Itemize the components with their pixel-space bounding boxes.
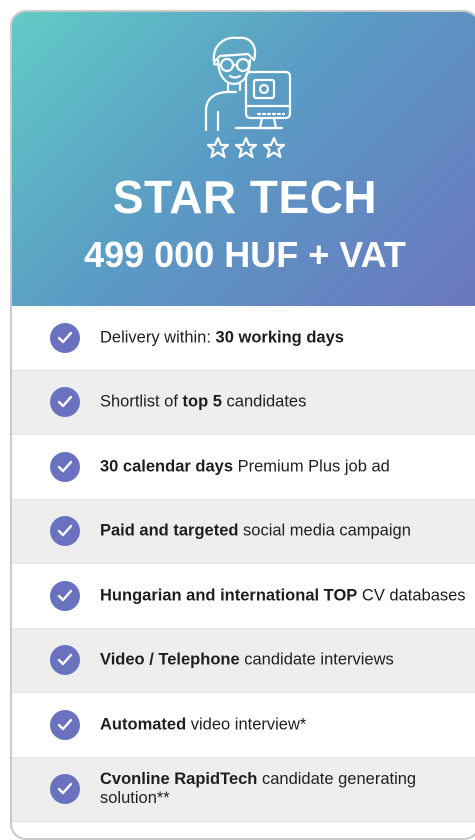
check-icon: [50, 580, 80, 611]
list-item: Paid and targeted social media campaign: [12, 499, 475, 564]
list-item: Automated video interview*: [12, 693, 475, 758]
feature-text: Hungarian and international TOP CV datab…: [100, 586, 466, 605]
check-icon: [50, 645, 80, 676]
developer-with-monitor-and-stars-icon: [200, 30, 300, 165]
check-icon: [50, 322, 80, 353]
feature-text: Shortlist of top 5 candidates: [100, 392, 307, 411]
check-icon: [50, 774, 80, 805]
feature-text: Cvonline RapidTech candidate generating …: [100, 770, 417, 808]
list-item: 30 calendar days Premium Plus job ad: [12, 435, 475, 500]
feature-list: Delivery within: 30 working days Shortli…: [12, 306, 475, 822]
list-item: Cvonline RapidTech candidate generating …: [12, 757, 475, 822]
check-icon: [50, 451, 80, 482]
card-header: STAR TECH 499 000 HUF + VAT: [12, 12, 475, 306]
plan-price: 499 000 HUF + VAT: [84, 234, 406, 275]
list-item: Video / Telephone candidate interviews: [12, 628, 475, 693]
list-item: Delivery within: 30 working days: [12, 306, 475, 371]
feature-text: Video / Telephone candidate interviews: [100, 650, 394, 669]
check-icon: [50, 709, 80, 740]
check-icon: [50, 387, 80, 418]
feature-text: 30 calendar days Premium Plus job ad: [100, 457, 390, 476]
plan-title: STAR TECH: [112, 171, 378, 223]
pricing-card: STAR TECH 499 000 HUF + VAT Delivery wit…: [10, 10, 475, 840]
list-item: Shortlist of top 5 candidates: [12, 370, 475, 435]
feature-text: Automated video interview*: [100, 715, 307, 734]
feature-text: Delivery within: 30 working days: [100, 328, 344, 347]
feature-text: Paid and targeted social media campaign: [100, 521, 411, 540]
list-item: Hungarian and international TOP CV datab…: [12, 564, 475, 629]
check-icon: [50, 516, 80, 547]
